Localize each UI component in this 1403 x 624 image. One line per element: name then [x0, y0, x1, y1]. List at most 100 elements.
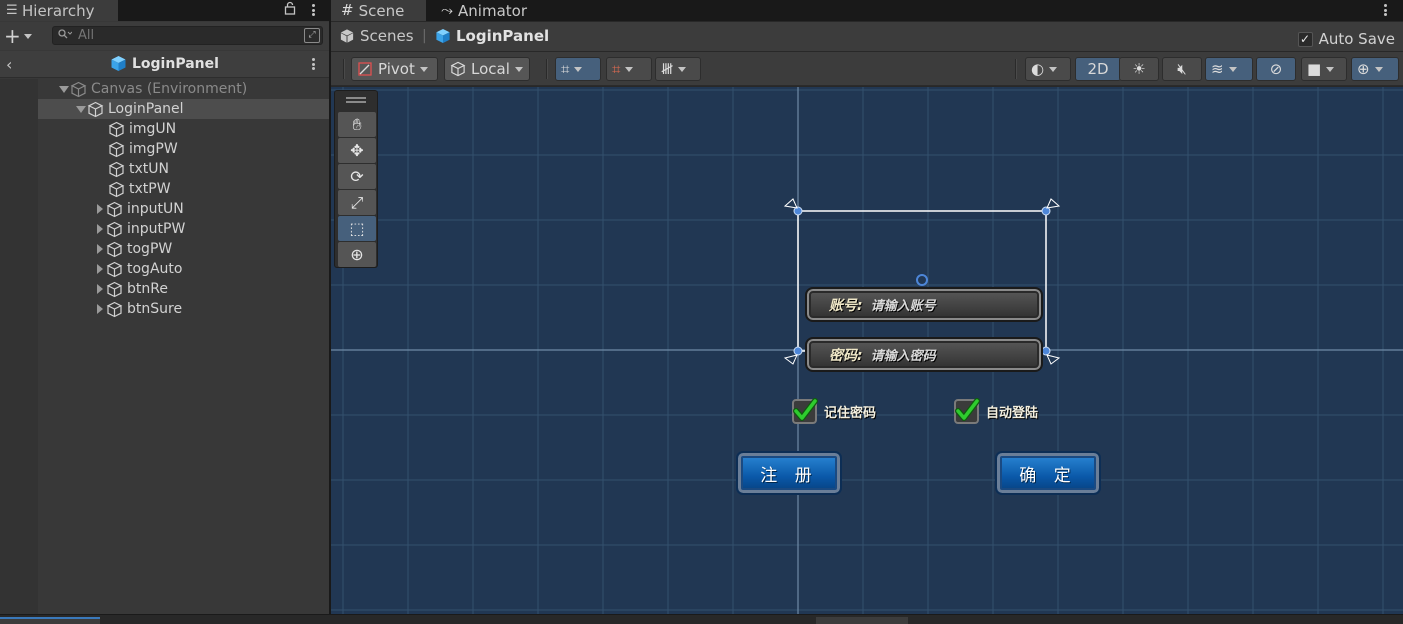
- auto-login-toggle[interactable]: 自动登陆: [954, 398, 1039, 424]
- chevron-down-icon: [1374, 66, 1383, 72]
- username-placeholder: 请输入账号: [870, 299, 936, 314]
- gizmos-dropdown[interactable]: ⊕: [1351, 57, 1399, 81]
- fold-right-icon[interactable]: [94, 239, 106, 259]
- back-arrow-icon[interactable]: ‹: [6, 55, 12, 74]
- checkmark-icon[interactable]: [792, 398, 818, 424]
- gameobject-cube-icon: [108, 121, 125, 137]
- ruler-toggle[interactable]: 𝍸: [655, 57, 701, 81]
- prefab-more-icon[interactable]: [308, 56, 318, 72]
- scene-viewport[interactable]: ✋︎ ✥ ⟳ ⤢ ⬚ ⊕ 账号: 请输入账号 密码: 请输入密码 记住密码 自动…: [331, 87, 1403, 614]
- fold-right-icon[interactable]: [94, 279, 106, 299]
- drag-handle[interactable]: [346, 97, 366, 103]
- rotate-tool-button[interactable]: ⟳: [338, 164, 376, 189]
- tree-item-canvas[interactable]: Canvas (Environment): [0, 79, 329, 99]
- fold-right-icon[interactable]: [94, 199, 106, 219]
- lock-icon[interactable]: [282, 1, 298, 19]
- checkbox-checked-icon[interactable]: ✓: [1297, 31, 1313, 47]
- register-button[interactable]: 注 册: [736, 451, 842, 495]
- transform-tool-button[interactable]: ⊕: [338, 242, 376, 267]
- hierarchy-search[interactable]: ⤢: [52, 26, 323, 45]
- tree-item-btnsure[interactable]: btnSure: [0, 299, 329, 319]
- unity-logo-icon: [340, 29, 354, 43]
- tab-animator-label: Animator: [458, 1, 527, 20]
- hierarchy-more-icon[interactable]: [308, 2, 318, 18]
- tree-item-imgpw[interactable]: imgPW: [0, 139, 329, 159]
- tree-item-txtun[interactable]: txtUN: [0, 159, 329, 179]
- hierarchy-tree: Canvas (Environment) LoginPanel imgUN im…: [0, 79, 329, 614]
- tree-item-txtpw[interactable]: txtPW: [0, 179, 329, 199]
- chevron-down-icon: [574, 66, 583, 72]
- fold-down-icon[interactable]: [58, 79, 70, 99]
- tree-item-inputpw[interactable]: inputPW: [0, 219, 329, 239]
- grid-snap-toggle[interactable]: ⌗: [555, 57, 601, 81]
- scene-more-icon[interactable]: [1380, 2, 1390, 18]
- tree-item-inputun[interactable]: inputUN: [0, 199, 329, 219]
- tree-item-imgun[interactable]: imgUN: [0, 119, 329, 139]
- filter-icon[interactable]: ⤢: [304, 28, 320, 43]
- visibility-toggle[interactable]: ⊘: [1256, 57, 1296, 81]
- checkmark-icon[interactable]: [954, 398, 980, 424]
- tab-scene[interactable]: # Scene: [331, 0, 426, 21]
- fold-right-icon[interactable]: [94, 219, 106, 239]
- password-label: 密码:: [829, 347, 863, 364]
- password-input[interactable]: 密码: 请输入密码: [805, 337, 1043, 372]
- toggle-2d-button[interactable]: 2D: [1075, 57, 1121, 81]
- confirm-button-label: 确 定: [1019, 465, 1077, 486]
- hand-tool-button[interactable]: ✋︎: [338, 112, 376, 137]
- chevron-down-icon: [1228, 66, 1237, 72]
- scale-tool-button[interactable]: ⤢: [338, 190, 376, 215]
- tree-item-btnre[interactable]: btnRe: [0, 279, 329, 299]
- prefab-title-label: LoginPanel: [132, 55, 219, 72]
- tab-hierarchy-label: Hierarchy: [22, 1, 95, 20]
- tree-item-loginpanel[interactable]: LoginPanel: [38, 99, 329, 119]
- lightbulb-icon: ☀: [1132, 59, 1146, 78]
- local-cube-icon: [450, 61, 466, 77]
- create-button[interactable]: +: [4, 25, 40, 47]
- gameobject-cube-icon: [106, 261, 123, 277]
- lighting-toggle[interactable]: ☀: [1119, 57, 1159, 81]
- move-tool-button[interactable]: ✥: [338, 138, 376, 163]
- fold-down-icon[interactable]: [75, 99, 87, 119]
- rect-tool-button[interactable]: ⬚: [338, 216, 376, 241]
- auto-login-label: 自动登陆: [986, 406, 1039, 421]
- eye-hidden-icon: ⊘: [1269, 59, 1283, 78]
- increment-snap-toggle[interactable]: ⌗: [606, 57, 652, 81]
- ruler-icon: 𝍸: [661, 59, 674, 78]
- draw-mode-dropdown[interactable]: ◐: [1025, 57, 1071, 81]
- gizmo-globe-icon: ⊕: [1357, 59, 1370, 78]
- register-button-label: 注 册: [760, 465, 818, 486]
- tree-item-togpw[interactable]: togPW: [0, 239, 329, 259]
- fold-right-icon[interactable]: [94, 259, 106, 279]
- tab-hierarchy[interactable]: ☰ Hierarchy: [0, 0, 118, 21]
- scale-icon: ⤢: [350, 192, 364, 212]
- local-dropdown[interactable]: Local: [444, 57, 530, 81]
- breadcrumb: Scenes | LoginPanel ✓ Auto Save: [331, 22, 1403, 51]
- speaker-mute-icon: 🔇︎: [1177, 59, 1187, 78]
- gameobject-cube-icon: [106, 201, 123, 217]
- audio-toggle[interactable]: 🔇︎: [1162, 57, 1202, 81]
- pivot-dropdown[interactable]: Pivot: [351, 57, 438, 81]
- move-arrows-icon: ✥: [350, 141, 364, 160]
- camera-dropdown[interactable]: ■: [1301, 57, 1347, 81]
- bottom-tab[interactable]: [816, 617, 908, 624]
- breadcrumb-separator: |: [422, 28, 427, 44]
- breadcrumb-current[interactable]: LoginPanel: [435, 27, 549, 45]
- auto-save-toggle[interactable]: ✓ Auto Save: [1297, 30, 1395, 48]
- fold-right-icon[interactable]: [94, 299, 106, 319]
- username-input[interactable]: 账号: 请输入账号: [805, 287, 1043, 322]
- bottom-tab-active[interactable]: [0, 617, 100, 624]
- confirm-button[interactable]: 确 定: [995, 451, 1101, 495]
- gameobject-cube-icon: [106, 241, 123, 257]
- breadcrumb-scenes[interactable]: Scenes: [339, 27, 414, 45]
- scene-toolbar: Pivot Local ⌗ ⌗ 𝍸 ◐ 2D ☀ 🔇︎ ≋ ⊘ ■ ⊕: [331, 52, 1403, 86]
- chevron-down-icon: [419, 66, 428, 72]
- tree-item-togauto[interactable]: togAuto: [0, 259, 329, 279]
- tab-animator[interactable]: ⤳ Animator: [431, 0, 541, 21]
- grid-icon: #: [341, 1, 354, 19]
- chevron-down-icon: [514, 66, 523, 72]
- hierarchy-panel: ☰ Hierarchy + ⤢ ‹: [0, 0, 329, 614]
- remember-password-toggle[interactable]: 记住密码: [792, 398, 876, 424]
- effects-dropdown[interactable]: ≋: [1205, 57, 1253, 81]
- search-input[interactable]: [78, 28, 288, 43]
- prefab-cube-icon: [436, 28, 450, 44]
